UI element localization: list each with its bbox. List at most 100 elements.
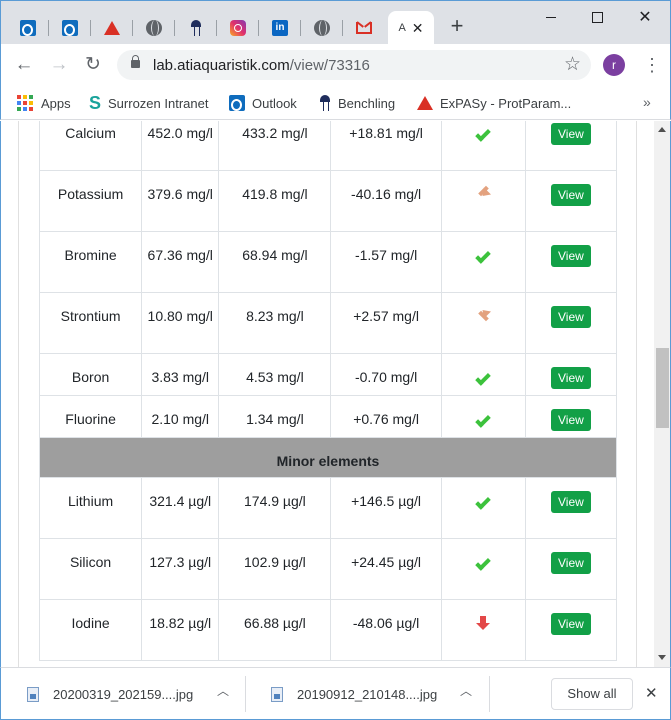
close-window-button[interactable]: ✕	[622, 1, 668, 33]
url-text: lab.atiaquaristik.com/view/73316	[153, 57, 370, 74]
cell-target: 433.2 mg/l	[218, 121, 332, 171]
tab-outlook-2[interactable]	[49, 11, 91, 45]
table-row: Strontium 10.80 mg/l 8.23 mg/l +2.57 mg/l Vi…	[38, 292, 618, 354]
tab-benchling[interactable]	[175, 11, 217, 45]
download-filename: 20190912_210148....jpg	[297, 686, 438, 702]
cell-action: View	[524, 231, 618, 293]
cell-measured: 10.80 mg/l	[141, 292, 220, 354]
table-row: Iodine 18.82 µg/l 66.88 µg/l -48.06 µg/l Vie…	[38, 599, 618, 661]
image-file-icon	[27, 686, 39, 702]
bookmark-outlook[interactable]: Outlook	[229, 92, 297, 114]
gmail-icon	[356, 22, 372, 34]
check-icon	[475, 248, 492, 264]
vertical-scrollbar[interactable]	[654, 121, 670, 667]
cell-target: 1.34 mg/l	[218, 395, 332, 438]
view-button[interactable]: View	[551, 491, 591, 513]
cell-status	[440, 353, 526, 396]
view-button[interactable]: View	[551, 613, 591, 635]
back-button[interactable]: ←	[11, 52, 37, 78]
cell-action: View	[524, 477, 618, 539]
view-button[interactable]: View	[551, 123, 591, 145]
bookmark-expasy[interactable]: ExPASy - ProtParam...	[417, 92, 571, 114]
cell-element: Bromine	[38, 231, 143, 293]
globe-icon	[146, 20, 162, 36]
bookmark-surrozen[interactable]: S Surrozen Intranet	[89, 92, 208, 114]
cell-status	[440, 538, 526, 600]
instagram-icon	[230, 20, 246, 36]
cell-element: Fluorine	[38, 395, 143, 438]
view-button[interactable]: View	[551, 367, 591, 389]
table-row: Potassium 379.6 mg/l 419.8 mg/l -40.16 mg/l…	[38, 170, 618, 232]
bookmark-apps[interactable]: Apps	[17, 92, 71, 114]
cell-diff: +0.76 mg/l	[330, 395, 442, 438]
view-button[interactable]: View	[551, 552, 591, 574]
bookmark-label: ExPASy - ProtParam...	[440, 95, 572, 111]
benchling-icon	[319, 95, 331, 111]
downloads-bar: 20200319_202159....jpg ︿ 20190912_210148…	[0, 667, 671, 720]
cell-status	[440, 395, 526, 438]
tab-expasy[interactable]	[91, 11, 133, 45]
minimize-button[interactable]	[528, 1, 574, 33]
arrow-up-right-icon	[477, 309, 489, 321]
download-item[interactable]: 20200319_202159....jpg	[27, 678, 193, 710]
cell-measured: 3.83 mg/l	[141, 353, 220, 396]
scroll-up-arrow-icon[interactable]	[658, 127, 666, 132]
tab-globe-2[interactable]	[301, 11, 343, 45]
tab-outlook-1[interactable]	[7, 11, 49, 45]
cell-measured: 127.3 µg/l	[141, 538, 220, 600]
maximize-button[interactable]	[574, 1, 620, 33]
bookmarks-overflow-button[interactable]: »	[643, 94, 651, 110]
cell-target: 174.9 µg/l	[218, 477, 332, 539]
close-tab-icon[interactable]: ✕	[412, 21, 424, 35]
chevron-up-icon[interactable]: ︿	[460, 682, 472, 699]
view-button[interactable]: View	[551, 184, 591, 206]
tab-linkedin[interactable]: in	[259, 11, 301, 45]
cell-diff: +2.57 mg/l	[330, 292, 442, 354]
show-all-button[interactable]: Show all	[551, 678, 633, 710]
cell-status	[440, 292, 526, 354]
tab-active[interactable]: A ✕	[388, 11, 434, 45]
tab-instagram[interactable]	[217, 11, 259, 45]
cell-element: Calcium	[38, 121, 143, 171]
page-border-right	[636, 121, 637, 667]
table-row: Fluorine 2.10 mg/l 1.34 mg/l +0.76 mg/l View	[38, 395, 618, 438]
cell-action: View	[524, 395, 618, 438]
table-row: Calcium 452.0 mg/l 433.2 mg/l +18.81 mg/l Vi…	[38, 121, 618, 171]
cell-status	[440, 170, 526, 232]
scroll-down-arrow-icon[interactable]	[658, 655, 666, 660]
tab-globe-1[interactable]	[133, 11, 175, 45]
check-icon	[475, 370, 492, 386]
cell-target: 4.53 mg/l	[218, 353, 332, 396]
chevron-up-icon[interactable]: ︿	[217, 682, 229, 699]
section-title: Minor elements	[39, 437, 617, 478]
cell-element: Potassium	[38, 170, 143, 232]
cell-element: Boron	[38, 353, 143, 396]
kebab-menu-icon[interactable]: ⋮	[643, 52, 661, 78]
tab-gmail[interactable]	[343, 11, 385, 45]
bookmark-star-icon[interactable]: ☆	[564, 53, 581, 76]
forward-button[interactable]: →	[46, 52, 72, 78]
cell-target: 102.9 µg/l	[218, 538, 332, 600]
section-header-row: Minor elements	[39, 437, 617, 478]
bookmarks-bar: Apps S Surrozen Intranet Outlook Benchli…	[0, 86, 671, 120]
reload-button[interactable]: ↻	[80, 52, 106, 78]
profile-avatar[interactable]: r	[603, 54, 625, 76]
new-tab-button[interactable]: +	[445, 15, 469, 39]
cell-measured: 379.6 mg/l	[141, 170, 220, 232]
elements-table: Calcium 452.0 mg/l 433.2 mg/l +18.81 mg/l Vi…	[38, 121, 618, 661]
view-button[interactable]: View	[551, 245, 591, 267]
close-downloads-icon[interactable]: ✕	[645, 684, 658, 702]
bookmark-label: Surrozen Intranet	[108, 95, 209, 111]
download-item[interactable]: 20190912_210148....jpg	[271, 678, 437, 710]
arrow-down-icon	[476, 616, 491, 630]
apps-grid-icon	[17, 95, 33, 111]
cell-action: View	[524, 353, 618, 396]
bookmark-label: Apps	[41, 95, 71, 111]
bookmark-benchling[interactable]: Benchling	[319, 92, 395, 114]
cell-action: View	[524, 170, 618, 232]
view-button[interactable]: View	[551, 306, 591, 328]
address-bar[interactable]: lab.atiaquaristik.com/view/73316 ☆	[117, 50, 591, 80]
cell-element: Strontium	[38, 292, 143, 354]
scrollbar-thumb[interactable]	[656, 348, 669, 428]
view-button[interactable]: View	[551, 409, 591, 431]
